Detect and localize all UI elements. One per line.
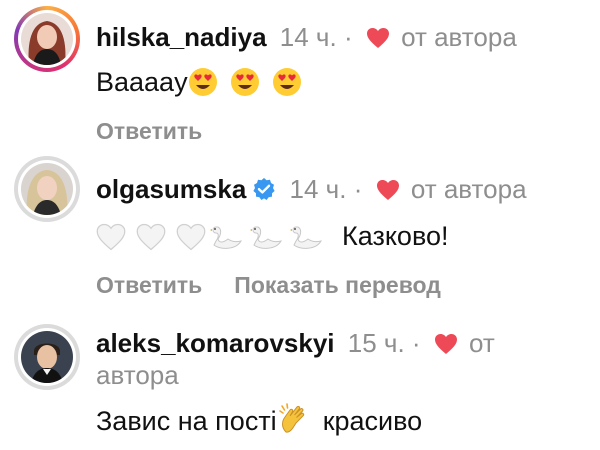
comment-header: olgasumska 14 ч. · от автора xyxy=(96,172,527,209)
author-heart-icon xyxy=(366,23,390,57)
comment-text: Вааааy xyxy=(96,64,302,106)
story-ring[interactable] xyxy=(14,156,80,222)
author-heart-icon xyxy=(376,175,400,209)
username-link[interactable]: aleks_komarovskyi xyxy=(96,328,335,358)
white-heart-emoji xyxy=(176,223,206,260)
liked-by-author-label: автора xyxy=(96,360,179,390)
comment-item: olgasumska 14 ч. · от автора Казково! От… xyxy=(0,150,600,310)
comment-time[interactable]: 15 ч. xyxy=(348,328,405,358)
separator-dot: · xyxy=(411,328,421,358)
comment-text: Казково! xyxy=(96,218,449,260)
comment-text-content: Завис на пості xyxy=(96,406,277,436)
story-ring[interactable] xyxy=(14,324,80,390)
author-heart-icon xyxy=(434,329,458,363)
avatar[interactable] xyxy=(21,163,73,215)
swan-emoji xyxy=(250,223,284,260)
comment-text-content: красиво xyxy=(322,406,423,436)
comment-time[interactable]: 14 ч. xyxy=(280,22,337,52)
story-ring[interactable] xyxy=(14,6,80,72)
username-link[interactable]: hilska_nadiya xyxy=(96,22,267,52)
comment-actions: Ответить xyxy=(96,116,202,146)
comment-time[interactable]: 14 ч. xyxy=(290,174,347,204)
comment-header-wrap: автора xyxy=(96,358,179,392)
comment-text: Завис на пості красиво xyxy=(96,402,422,445)
comment-item: hilska_nadiya 14 ч. · от автора Вааааy О… xyxy=(0,0,600,150)
comment-header: hilska_nadiya 14 ч. · от автора xyxy=(96,20,517,57)
swan-emoji xyxy=(290,223,324,260)
swan-emoji xyxy=(210,223,244,260)
reply-button[interactable]: Ответить xyxy=(96,118,202,144)
heart-eyes-emoji xyxy=(230,67,260,106)
verified-badge-icon xyxy=(252,175,276,209)
avatar[interactable] xyxy=(21,13,73,65)
heart-eyes-emoji xyxy=(272,67,302,106)
comment-item: aleks_komarovskyi 15 ч. · от автора Зави… xyxy=(0,310,600,450)
separator-dot: · xyxy=(353,174,363,204)
avatar[interactable] xyxy=(21,331,73,383)
white-heart-emoji xyxy=(96,223,126,260)
comment-text-content: Казково! xyxy=(342,221,449,251)
clapping-hands-emoji xyxy=(277,402,311,445)
liked-by-author-label: от xyxy=(469,328,495,358)
comment-actions: Ответить Показать перевод xyxy=(96,270,441,300)
liked-by-author-label: от автора xyxy=(410,174,527,204)
comment-text-content: Вааааy xyxy=(96,67,188,97)
white-heart-emoji xyxy=(136,223,166,260)
liked-by-author-label: от автора xyxy=(401,22,517,52)
reply-button[interactable]: Ответить xyxy=(96,272,202,298)
username-link[interactable]: olgasumska xyxy=(96,174,246,204)
separator-dot: · xyxy=(343,22,353,52)
show-translation-button[interactable]: Показать перевод xyxy=(234,272,441,298)
heart-eyes-emoji xyxy=(188,67,218,106)
